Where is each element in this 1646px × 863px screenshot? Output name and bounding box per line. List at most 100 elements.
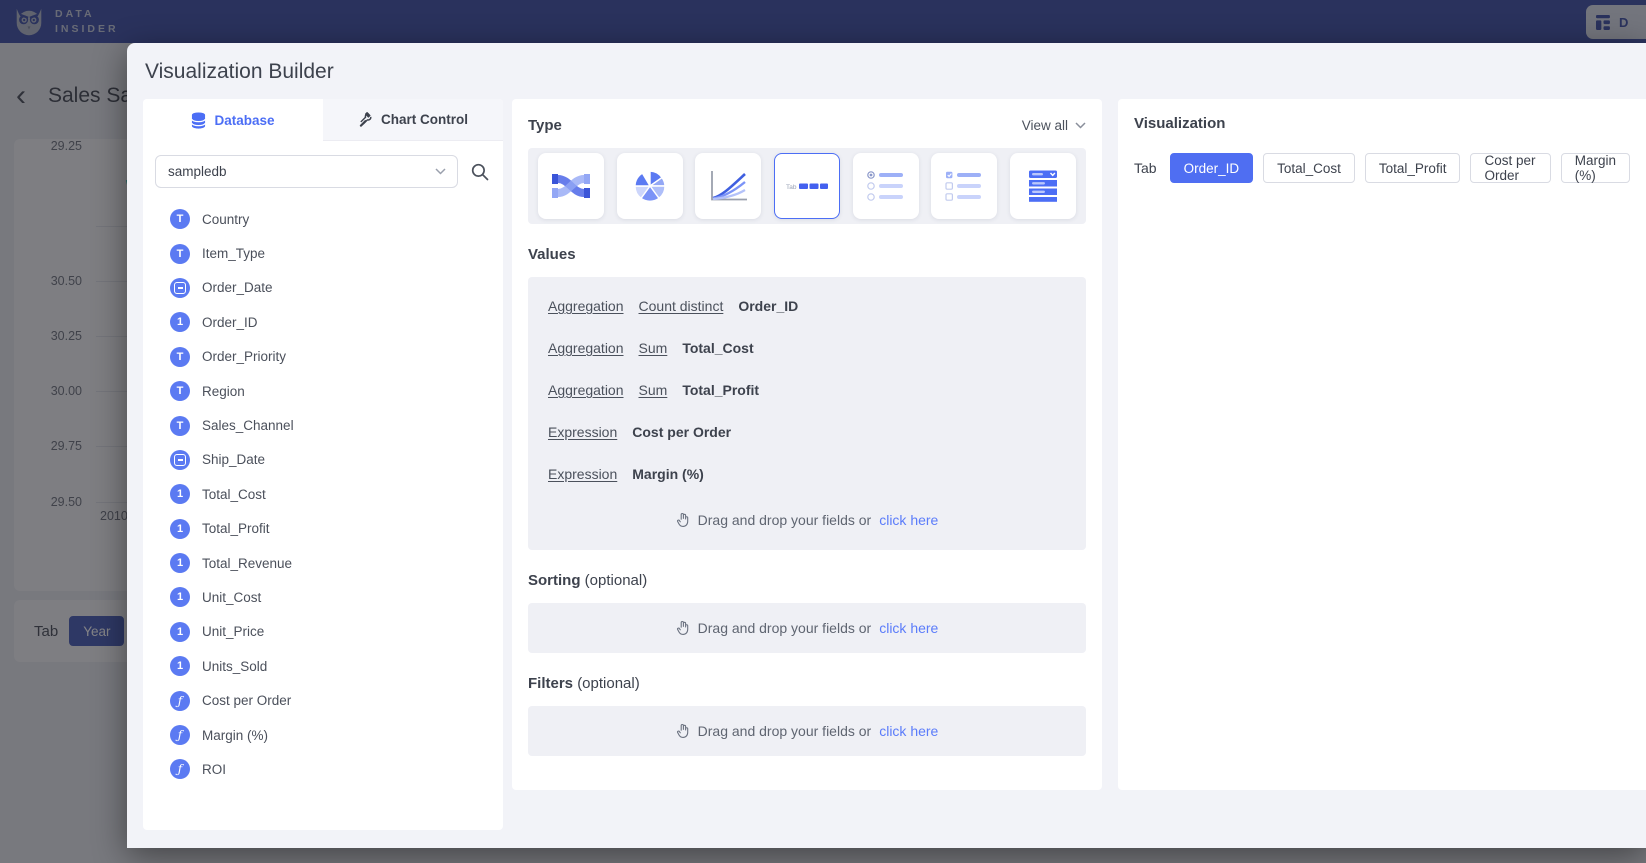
svg-text:Tab: Tab: [786, 184, 797, 191]
line-chart-icon: [708, 169, 748, 203]
field-list-item[interactable]: 1 Order_ID: [143, 305, 503, 339]
field-list-item[interactable]: T Sales_Channel: [143, 408, 503, 442]
values-click-here-link[interactable]: click here: [879, 512, 938, 528]
field-type-icon: ƒ: [170, 725, 190, 745]
tab-filter-icon: Tab: [785, 174, 829, 198]
field-label: Order_Priority: [202, 349, 286, 364]
field-label: Total_Revenue: [202, 556, 292, 571]
aggregation-function-link[interactable]: Count distinct: [639, 298, 724, 314]
field-label: Order_ID: [202, 315, 258, 330]
field-type-icon: [170, 450, 190, 470]
field-type-icon: ƒ: [170, 759, 190, 779]
field-list-item[interactable]: 1 Unit_Cost: [143, 580, 503, 614]
field-list-item[interactable]: T Region: [143, 374, 503, 408]
chart-type-pie[interactable]: [617, 153, 683, 219]
field-list-item[interactable]: 1 Units_Sold: [143, 649, 503, 683]
value-row: Expression Cost per Order: [548, 424, 1066, 440]
sorting-dropzone-box: Drag and drop your fields or click here: [528, 603, 1086, 653]
visualization-preview-panel: Visualization Tab Order_ID Total_Cost To…: [1118, 99, 1646, 790]
visualization-builder-modal: Visualization Builder Database: [127, 43, 1646, 848]
filters-click-here-link[interactable]: click here: [879, 723, 938, 739]
field-type-icon: T: [170, 244, 190, 264]
field-list-item[interactable]: 1 Unit_Price: [143, 615, 503, 649]
chart-type-strip: Tab: [528, 148, 1086, 224]
sorting-click-here-link[interactable]: click here: [879, 620, 938, 636]
drag-hand-icon: [676, 723, 690, 739]
checkbox-list-icon: [944, 170, 984, 202]
field-label: Item_Type: [202, 246, 265, 261]
viz-tab-button[interactable]: Total_Profit: [1365, 153, 1461, 183]
field-list-item[interactable]: Ship_Date: [143, 443, 503, 477]
value-row: Aggregation Sum Total_Cost: [548, 340, 1066, 356]
chart-type-checkbox-list[interactable]: [931, 153, 997, 219]
field-list-item[interactable]: ƒ Cost per Order: [143, 683, 503, 717]
view-all-label: View all: [1022, 118, 1068, 133]
aggregation-function-link[interactable]: Sum: [639, 340, 668, 356]
field-list-item[interactable]: ƒ Margin (%): [143, 718, 503, 752]
field-label: Unit_Price: [202, 624, 264, 639]
field-list-item[interactable]: T Country: [143, 202, 503, 236]
sankey-icon: [551, 170, 591, 202]
field-list-item[interactable]: 1 Total_Profit: [143, 512, 503, 546]
field-list-item[interactable]: T Item_Type: [143, 236, 503, 270]
value-kind-link[interactable]: Aggregation: [548, 298, 624, 314]
viz-tab-label: Tab: [1134, 160, 1157, 176]
field-type-icon: [170, 278, 190, 298]
drag-hand-icon: [676, 512, 690, 528]
field-label: Margin (%): [202, 728, 268, 743]
field-label: Sales_Channel: [202, 418, 294, 433]
field-type-icon: 1: [170, 519, 190, 539]
dropzone-text: Drag and drop your fields or: [698, 723, 872, 739]
tab-chart-control[interactable]: Chart Control: [323, 99, 503, 141]
value-field-name: Margin (%): [632, 466, 704, 482]
modal-title: Visualization Builder: [145, 59, 1646, 85]
dropzone-text: Drag and drop your fields or: [698, 620, 872, 636]
value-kind-link[interactable]: Expression: [548, 466, 617, 482]
filters-dropzone-box: Drag and drop your fields or click here: [528, 706, 1086, 756]
field-label: Country: [202, 212, 249, 227]
field-list-item[interactable]: T Order_Priority: [143, 340, 503, 374]
field-list-item[interactable]: 1 Total_Cost: [143, 477, 503, 511]
chevron-down-icon: [1075, 122, 1086, 129]
field-list-item[interactable]: Order_Date: [143, 271, 503, 305]
view-all-dropdown[interactable]: View all: [1022, 118, 1086, 133]
drag-hand-icon: [676, 620, 690, 636]
field-list-item[interactable]: ƒ ROI: [143, 752, 503, 786]
viz-tab-button[interactable]: Order_ID: [1170, 153, 1254, 183]
chart-config-panel: Type View all: [512, 99, 1102, 790]
viz-tabs: Order_ID Total_Cost Total_Profit Cost pe…: [1170, 153, 1630, 183]
field-type-icon: 1: [170, 312, 190, 332]
chevron-down-icon: [435, 168, 446, 175]
field-label: Total_Profit: [202, 521, 270, 536]
tab-database[interactable]: Database: [143, 99, 323, 141]
chart-type-tab-filter[interactable]: Tab: [774, 153, 840, 219]
datasource-select[interactable]: sampledb: [155, 155, 458, 188]
field-type-icon: T: [170, 209, 190, 229]
viz-tab-button[interactable]: Margin (%): [1561, 153, 1630, 183]
type-section-title: Type: [528, 117, 562, 134]
chart-type-line[interactable]: [695, 153, 761, 219]
search-icon[interactable]: [471, 163, 489, 181]
field-type-icon: 1: [170, 656, 190, 676]
field-type-icon: T: [170, 381, 190, 401]
values-section-title: Values: [528, 246, 1086, 263]
value-kind-link[interactable]: Aggregation: [548, 382, 624, 398]
tab-chart-control-label: Chart Control: [381, 112, 468, 127]
value-field-name: Cost per Order: [632, 424, 731, 440]
chart-type-radio-list[interactable]: [853, 153, 919, 219]
viz-tab-button[interactable]: Cost per Order: [1470, 153, 1550, 183]
aggregation-function-link[interactable]: Sum: [639, 382, 668, 398]
field-label: Cost per Order: [202, 693, 291, 708]
value-kind-link[interactable]: Aggregation: [548, 340, 624, 356]
chart-type-dropdown[interactable]: [1010, 153, 1076, 219]
viz-tab-button[interactable]: Total_Cost: [1263, 153, 1355, 183]
field-list-item[interactable]: 1 Total_Revenue: [143, 546, 503, 580]
field-label: Ship_Date: [202, 452, 265, 467]
values-dropzone-box: Aggregation Count distinct Order_ID Aggr…: [528, 277, 1086, 550]
value-field-name: Total_Profit: [682, 382, 759, 398]
chart-type-sankey[interactable]: [538, 153, 604, 219]
field-type-icon: T: [170, 416, 190, 436]
dropdown-list-icon: [1026, 169, 1060, 203]
value-field-name: Order_ID: [738, 298, 798, 314]
value-kind-link[interactable]: Expression: [548, 424, 617, 440]
